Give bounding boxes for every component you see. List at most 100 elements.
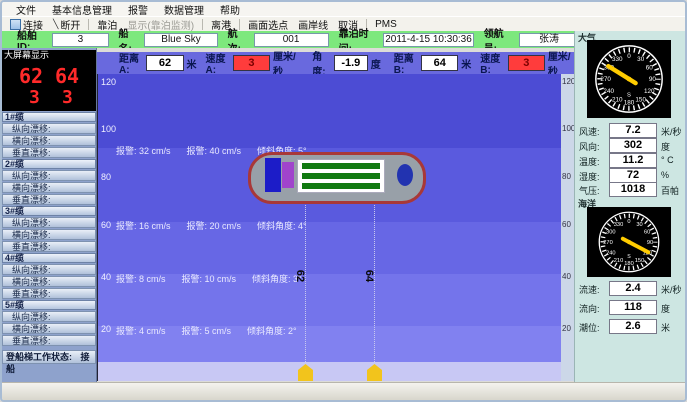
menu-bar: 文件 基本信息管理 报警 数据管理 帮助 [2,2,687,16]
lateral-drift-row: 横向漂移: [2,276,96,287]
led-speed-b: 3 [62,87,73,108]
tide-level-value: 2.6 [609,319,657,334]
pressure-row: 气压: 1018 百帕 [575,182,685,196]
alarm-threshold-row: 报警: 8 cm/s 报警: 10 cm/s 倾斜角度: 3° [116,272,302,285]
dial-270: 270 [603,240,612,246]
longitudinal-drift-row: 纵向漂移: [2,170,96,181]
current-speed-label: 流速: [579,283,600,296]
lateral-drift-row: 横向漂移: [2,229,96,240]
cargo-stripe [302,183,380,189]
ship-name-field[interactable]: Blue Sky [144,33,217,47]
gangway-status-row: 登船梯工作状态: 接船 [2,350,96,364]
tide-level-unit: 米 [661,321,670,334]
dial-330: 330 [612,56,623,63]
dial-0: 0 [627,53,631,60]
alarm-a: 报警: 16 cm/s [116,219,171,232]
mooring-group-header: 2#缆 [2,159,96,169]
current-speed-value: 2.4 [609,281,657,296]
dial-150: 150 [635,97,646,104]
distance-b-label: 距离B: [394,50,418,76]
led-distance-a: 62 [19,64,43,88]
menu-file[interactable]: 文件 [8,2,44,17]
axis-tick-left: 20 [101,324,111,334]
distance-b-unit: 米 [461,56,471,71]
berth-time-field[interactable]: 2011-4-15 10:30:36 [383,33,473,47]
axis-tick-right: 40 [562,272,571,281]
current-speed-unit: 米/秒 [661,283,682,296]
mooring-group-header: 3#缆 [2,206,96,216]
distance-a-value: 62 [146,55,183,71]
wind-direction-label: 风向: [579,140,600,153]
dial-south: S [627,93,631,99]
temperature-row: 温度: 11.2 ° C [575,153,685,167]
app-window: 文件 基本信息管理 报警 数据管理 帮助 连接 ╲ 断开 靠泊 显示(靠泊监测)… [0,0,687,402]
lateral-drift-row: 横向漂移: [2,135,96,146]
menu-basic-info[interactable]: 基本信息管理 [44,2,120,17]
dial-60: 60 [646,65,654,72]
current-direction-row: 流向: 118 度 [575,300,685,314]
wind-direction-value: 302 [609,138,657,153]
axis-tick-left: 100 [101,124,116,134]
menu-help[interactable]: 帮助 [212,2,248,17]
dial-90: 90 [649,76,657,83]
current-direction-value: 118 [609,300,657,315]
angle-value: -1.9 [334,55,368,71]
ship-id-field[interactable]: 3 [52,33,108,47]
current-needle [623,239,648,253]
distance-b-value: 64 [421,55,458,71]
vertical-drift-row: 垂直漂移: [2,194,96,205]
humidity-unit: % [661,170,669,180]
tide-level-row: 潮位: 2.6 米 [575,319,685,333]
wind-speed-unit: 米/秒 [661,125,682,138]
dial-30: 30 [637,56,645,63]
range-value-a: 62 [294,270,306,282]
mooring-group-4: 4#缆 纵向漂移: 横向漂移: 垂直漂移: [2,253,96,299]
axis-tick-left: 40 [101,272,111,282]
right-axis-strip: 120 100 80 60 40 20 [561,74,574,381]
menu-data[interactable]: 数据管理 [156,2,212,17]
dial-210: 210 [612,97,623,104]
vertical-drift-row: 垂直漂移: [2,335,96,346]
alarm-a: 报警: 4 cm/s [116,324,166,337]
range-value-b: 64 [363,270,375,282]
mooring-group-1: 1#缆 纵向漂移: 横向漂移: 垂直漂移: [2,112,96,158]
tide-level-label: 潮位: [579,321,600,334]
dial-30: 30 [636,222,642,228]
temperature-value: 11.2 [609,153,657,168]
status-bar [2,382,685,400]
menu-alarm[interactable]: 报警 [120,2,156,17]
dial-150: 150 [635,258,644,264]
distance-a-unit: 米 [187,56,197,71]
big-screen-display-title: 大屏幕显示 [2,50,96,61]
ship-deckhouse [282,162,294,188]
alarm-threshold-row: 报警: 16 cm/s 报警: 20 cm/s 倾斜角度: 4° [116,219,307,232]
voyage-field[interactable]: 001 [254,33,329,47]
distance-band [98,74,561,148]
axis-tick-left: 60 [101,220,111,230]
tilt-angle: 倾斜角度: 2° [247,324,297,337]
longitudinal-drift-row: 纵向漂移: [2,311,96,322]
pilot-field[interactable]: 张涛 [519,33,579,47]
ship-cargo-hold [297,159,385,193]
dock-strip [98,362,561,381]
humidity-row: 湿度: 72 % [575,168,685,182]
longitudinal-drift-row: 纵向漂移: [2,123,96,134]
dial-240: 240 [606,251,615,257]
dial-210: 210 [614,258,623,264]
alarm-b: 报警: 40 cm/s [187,144,242,157]
wind-direction-unit: 度 [661,140,670,153]
mooring-group-3: 3#缆 纵向漂移: 横向漂移: 垂直漂移: [2,206,96,252]
wind-speed-value: 7.2 [609,123,657,138]
dial-180: 180 [624,100,635,107]
mooring-group-header: 1#缆 [2,112,96,122]
gangway-status-label: 登船梯工作状态: [6,352,72,362]
longitudinal-drift-row: 纵向漂移: [2,217,96,228]
dial-180: 180 [624,261,633,267]
alarm-threshold-row: 报警: 4 cm/s 报警: 5 cm/s 倾斜角度: 2° [116,324,297,337]
mooring-group-2: 2#缆 纵向漂移: 横向漂移: 垂直漂移: [2,159,96,205]
vertical-drift-row: 垂直漂移: [2,241,96,252]
dial-0: 0 [627,219,630,225]
ship-superstructure [265,158,281,192]
alarm-a: 报警: 8 cm/s [116,272,166,285]
lateral-drift-row: 横向漂移: [2,182,96,193]
